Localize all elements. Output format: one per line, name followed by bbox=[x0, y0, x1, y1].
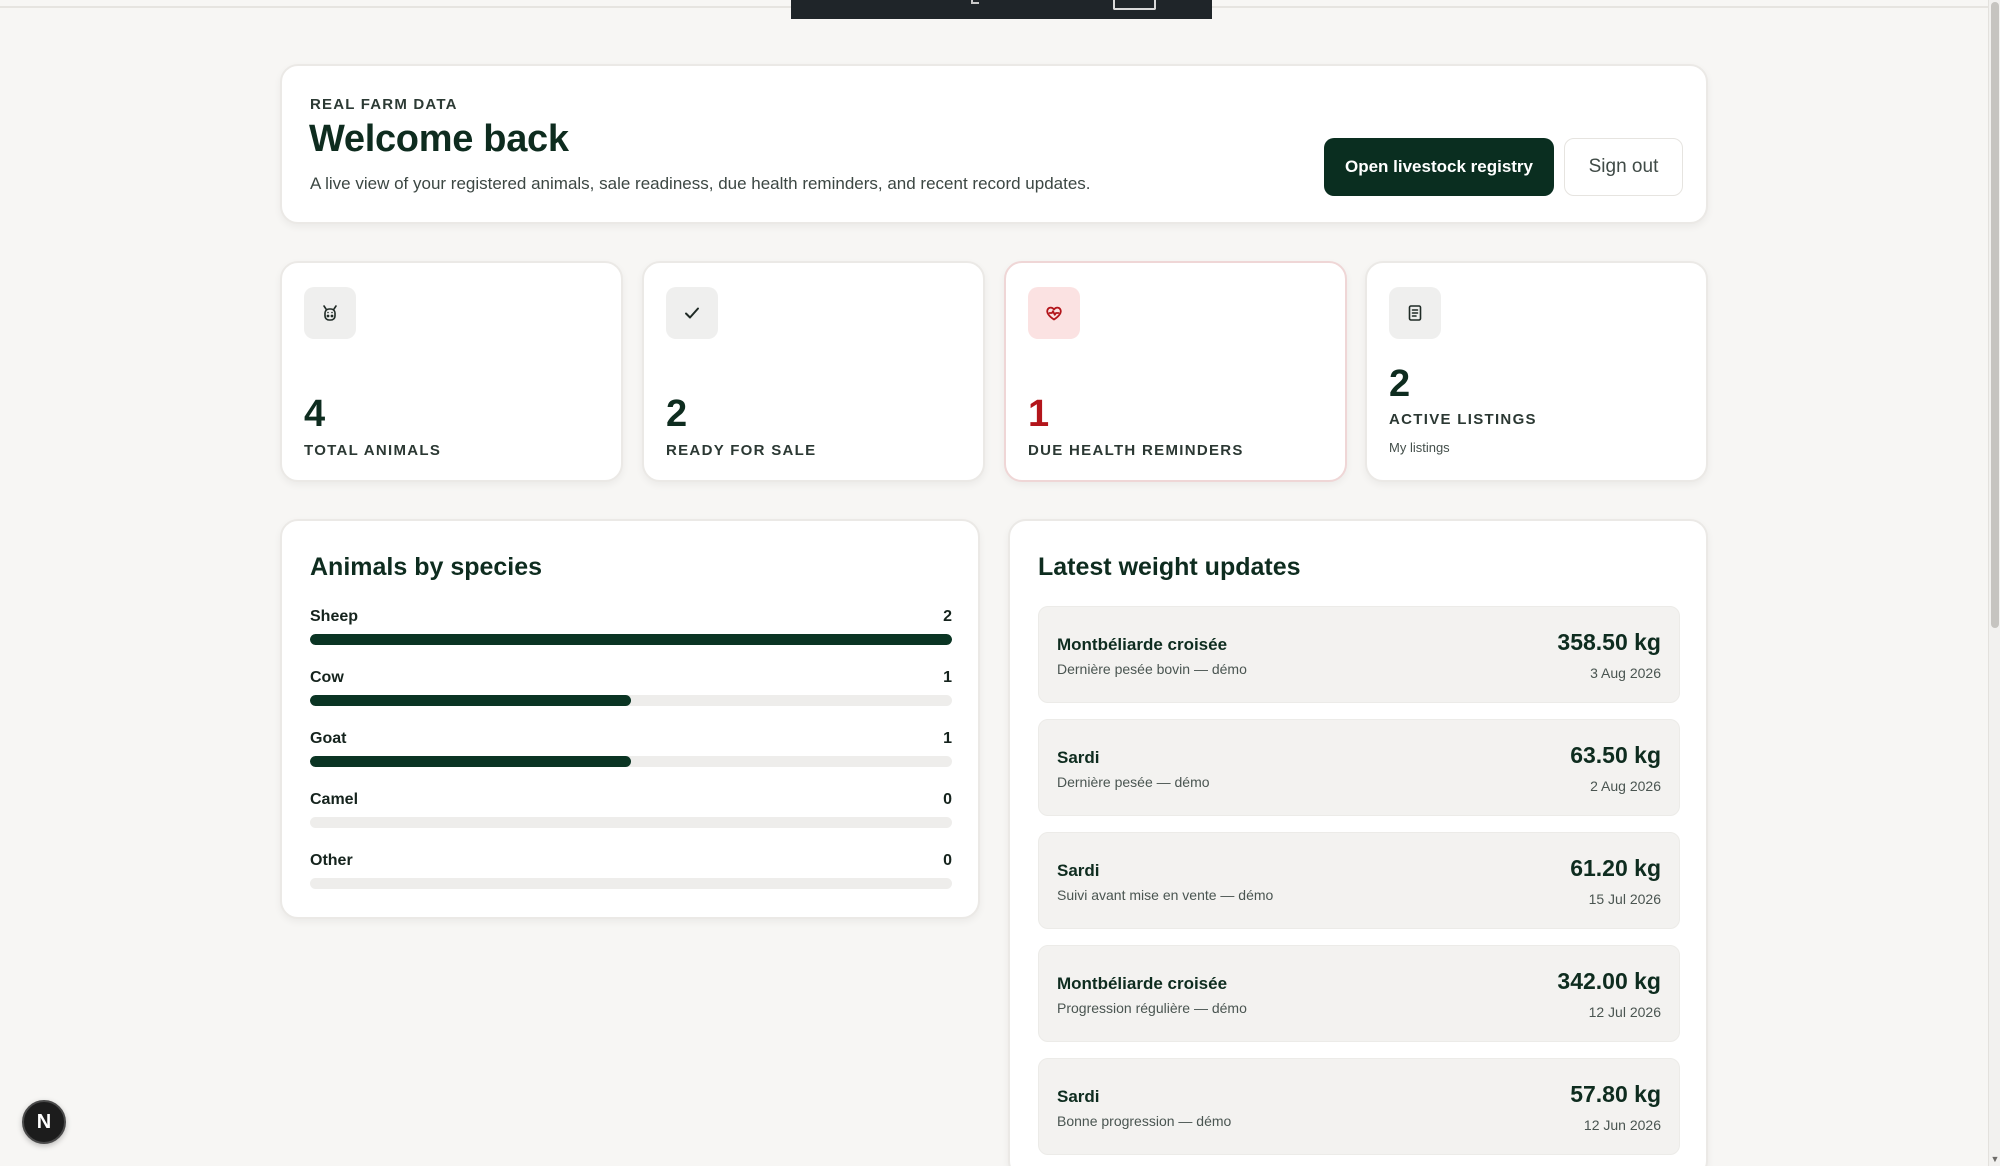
weight-note: Dernière pesée — démo bbox=[1057, 774, 1210, 790]
species-row: Camel 0 bbox=[310, 791, 952, 835]
animal-name: Sardi bbox=[1057, 1087, 1100, 1106]
species-name: Camel bbox=[310, 791, 359, 808]
animal-name: Sardi bbox=[1057, 748, 1100, 767]
due-health-reminders-value: 1 bbox=[1028, 393, 1050, 435]
check-icon bbox=[666, 287, 718, 339]
weight-date: 2 Aug 2026 bbox=[1590, 778, 1661, 794]
document-icon bbox=[1389, 287, 1441, 339]
total-animals-label: TOTAL ANIMALS bbox=[304, 442, 442, 459]
species-bar-fill bbox=[310, 695, 631, 706]
species-count: 2 bbox=[943, 608, 952, 625]
weight-note: Progression régulière — démo bbox=[1057, 1000, 1247, 1016]
total-animals-value: 4 bbox=[304, 393, 326, 435]
page-subtitle: A live view of your registered animals, … bbox=[310, 174, 1091, 193]
animal-name: Sardi bbox=[1057, 861, 1100, 880]
species-row: Sheep 2 bbox=[310, 608, 952, 652]
species-bar-track bbox=[310, 756, 952, 767]
animal-name: Montbéliarde croisée bbox=[1057, 974, 1228, 993]
toolbar-mark-icon bbox=[971, 0, 979, 4]
due-health-reminders-label: DUE HEALTH REMINDERS bbox=[1028, 442, 1244, 459]
welcome-card: REAL FARM DATA Welcome back A live view … bbox=[280, 64, 1708, 224]
active-listings-value: 2 bbox=[1389, 363, 1411, 405]
species-count: 1 bbox=[943, 730, 952, 747]
species-name: Other bbox=[310, 852, 353, 869]
dev-tools-button[interactable]: N bbox=[22, 1100, 66, 1144]
latest-weight-updates-card: Latest weight updates Montbéliarde crois… bbox=[1008, 519, 1708, 1166]
ready-for-sale-label: READY FOR SALE bbox=[666, 442, 817, 459]
weight-update-item[interactable]: Sardi Bonne progression — démo 57.80 kg … bbox=[1038, 1058, 1680, 1155]
species-bar-track bbox=[310, 634, 952, 645]
species-count: 0 bbox=[943, 791, 952, 808]
animal-name: Montbéliarde croisée bbox=[1057, 635, 1228, 654]
weight-note: Bonne progression — démo bbox=[1057, 1113, 1232, 1129]
species-row: Cow 1 bbox=[310, 669, 952, 713]
weight-update-item[interactable]: Montbéliarde croisée Progression réguliè… bbox=[1038, 945, 1680, 1042]
species-bar-fill bbox=[310, 756, 631, 767]
species-count: 1 bbox=[943, 669, 952, 686]
species-bar-track bbox=[310, 817, 952, 828]
species-row: Other 0 bbox=[310, 852, 952, 896]
species-title: Animals by species bbox=[310, 553, 543, 581]
cow-face-icon bbox=[304, 287, 356, 339]
stat-card-due-health-reminders: 1 DUE HEALTH REMINDERS bbox=[1004, 261, 1347, 482]
animals-by-species-card: Animals by species Sheep 2 Cow 1 Goat 1 … bbox=[280, 519, 980, 919]
sign-out-button[interactable]: Sign out bbox=[1564, 138, 1683, 196]
stat-card-active-listings: 2 ACTIVE LISTINGS My listings bbox=[1365, 261, 1708, 482]
dev-toolbar bbox=[791, 0, 1212, 19]
species-bar-track bbox=[310, 695, 952, 706]
weights-title: Latest weight updates bbox=[1038, 553, 1301, 581]
species-row: Goat 1 bbox=[310, 730, 952, 774]
weight-note: Suivi avant mise en vente — démo bbox=[1057, 887, 1274, 903]
weight-update-item[interactable]: Sardi Suivi avant mise en vente — démo 6… bbox=[1038, 832, 1680, 929]
weight-value: 358.50 kg bbox=[1557, 629, 1661, 655]
weight-update-item[interactable]: Montbéliarde croisée Dernière pesée bovi… bbox=[1038, 606, 1680, 703]
active-listings-label: ACTIVE LISTINGS bbox=[1389, 411, 1537, 428]
my-listings-link[interactable]: My listings bbox=[1389, 440, 1450, 455]
species-name: Sheep bbox=[310, 608, 359, 625]
ready-for-sale-value: 2 bbox=[666, 393, 688, 435]
weight-date: 12 Jun 2026 bbox=[1583, 1117, 1661, 1133]
species-bar-track bbox=[310, 878, 952, 889]
weight-date: 3 Aug 2026 bbox=[1590, 665, 1661, 681]
weight-date: 15 Jul 2026 bbox=[1588, 891, 1661, 907]
open-livestock-registry-button[interactable]: Open livestock registry bbox=[1324, 138, 1554, 196]
eyebrow-label: REAL FARM DATA bbox=[310, 96, 458, 113]
weight-date: 12 Jul 2026 bbox=[1588, 1004, 1661, 1020]
weight-note: Dernière pesée bovin — démo bbox=[1057, 661, 1247, 677]
page-title: Welcome back bbox=[309, 118, 569, 160]
scrollbar-thumb[interactable] bbox=[1991, 2, 1999, 628]
scroll-down-icon[interactable]: ▼ bbox=[1990, 1154, 2000, 1164]
weight-value: 342.00 kg bbox=[1557, 968, 1661, 994]
species-count: 0 bbox=[943, 852, 952, 869]
species-name: Goat bbox=[310, 730, 347, 747]
weight-value: 63.50 kg bbox=[1570, 742, 1661, 768]
weight-value: 57.80 kg bbox=[1570, 1081, 1661, 1107]
weight-update-item[interactable]: Sardi Dernière pesée — démo 63.50 kg 2 A… bbox=[1038, 719, 1680, 816]
species-bar-fill bbox=[310, 634, 952, 645]
toolbar-box-icon[interactable] bbox=[1113, 0, 1156, 10]
stat-card-ready-for-sale: 2 READY FOR SALE bbox=[642, 261, 985, 482]
species-name: Cow bbox=[310, 669, 344, 686]
weight-value: 61.20 kg bbox=[1570, 855, 1661, 881]
stat-card-total-animals: 4 TOTAL ANIMALS bbox=[280, 261, 623, 482]
heart-pulse-icon bbox=[1028, 287, 1080, 339]
page-scrollbar[interactable]: ▼ bbox=[1988, 0, 2000, 1166]
